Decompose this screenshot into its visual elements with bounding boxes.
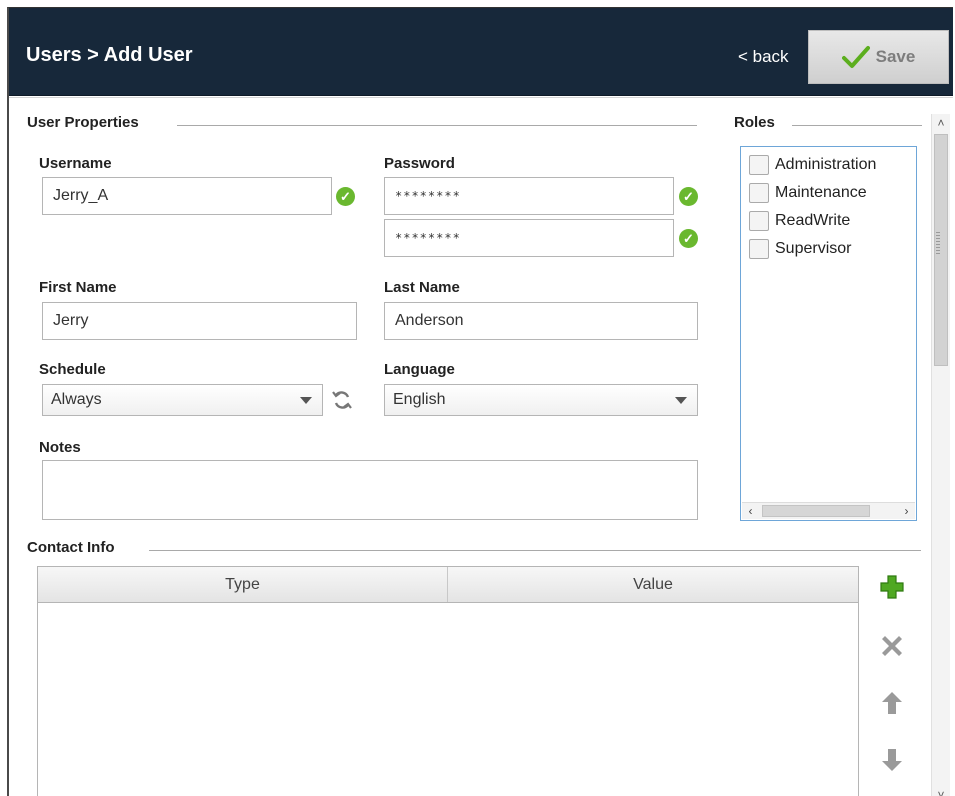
- refresh-icon[interactable]: [331, 389, 353, 411]
- scroll-up-icon[interactable]: ˄: [932, 114, 950, 132]
- role-checkbox[interactable]: [749, 155, 769, 175]
- arrow-up-icon: [882, 692, 902, 714]
- page-title: Users > Add User: [26, 44, 193, 66]
- scroll-right-icon[interactable]: ›: [898, 503, 915, 519]
- move-up-button[interactable]: [877, 688, 907, 718]
- notes-textarea[interactable]: [42, 460, 698, 520]
- delete-contact-button[interactable]: [877, 631, 907, 661]
- role-item-readwrite[interactable]: ReadWrite: [749, 208, 850, 234]
- language-select[interactable]: English: [384, 384, 698, 416]
- roles-horizontal-scrollbar[interactable]: ‹ ›: [742, 502, 915, 519]
- password-confirm-valid-icon: ✓: [679, 229, 698, 248]
- password-valid-icon: ✓: [679, 187, 698, 206]
- arrow-down-icon: [882, 749, 902, 771]
- back-link[interactable]: < back: [738, 47, 789, 67]
- password-confirm-input[interactable]: ********: [384, 219, 674, 257]
- roles-legend: Roles: [734, 114, 775, 131]
- user-properties-divider: [177, 125, 697, 126]
- role-label: Administration: [775, 156, 877, 173]
- first-name-input[interactable]: Jerry: [42, 302, 357, 340]
- chevron-down-icon: [300, 396, 312, 404]
- schedule-value: Always: [51, 391, 102, 408]
- scroll-down-icon[interactable]: ˅: [932, 786, 950, 796]
- plus-icon: [880, 575, 904, 599]
- role-item-supervisor[interactable]: Supervisor: [749, 236, 851, 262]
- role-checkbox[interactable]: [749, 183, 769, 203]
- role-label: Supervisor: [775, 240, 852, 257]
- first-name-label: First Name: [39, 279, 117, 296]
- form-content: User Properties Username Jerry_A ✓ Passw…: [9, 97, 953, 796]
- scroll-left-icon[interactable]: ‹: [742, 503, 759, 519]
- last-name-label: Last Name: [384, 279, 460, 296]
- column-header-value[interactable]: Value: [448, 567, 858, 602]
- role-checkbox[interactable]: [749, 239, 769, 259]
- role-label: Maintenance: [775, 184, 867, 201]
- scrollbar-grip: [936, 232, 940, 254]
- save-button[interactable]: Save: [808, 30, 949, 84]
- language-value: English: [393, 391, 446, 408]
- save-button-label: Save: [875, 47, 916, 66]
- last-name-input[interactable]: Anderson: [384, 302, 698, 340]
- scrollbar-thumb[interactable]: [762, 505, 870, 517]
- user-properties-legend: User Properties: [27, 114, 139, 131]
- roles-list: Administration Maintenance ReadWrite Sup…: [740, 146, 917, 521]
- close-icon: [882, 636, 902, 656]
- roles-divider: [792, 125, 922, 126]
- schedule-select[interactable]: Always: [42, 384, 323, 416]
- role-item-maintenance[interactable]: Maintenance: [749, 180, 867, 206]
- title-bar: Users > Add User < back Save: [9, 8, 953, 96]
- move-down-button[interactable]: [877, 745, 907, 775]
- chevron-down-icon: [675, 396, 687, 404]
- role-checkbox[interactable]: [749, 211, 769, 231]
- role-item-administration[interactable]: Administration: [749, 152, 876, 178]
- contact-info-table: Type Value: [37, 566, 859, 796]
- contact-info-legend: Contact Info: [27, 539, 115, 556]
- checkmark-icon: [841, 46, 870, 68]
- add-user-window: Users > Add User < back Save User Proper…: [7, 7, 953, 796]
- notes-label: Notes: [39, 439, 81, 456]
- language-label: Language: [384, 361, 455, 378]
- contact-info-divider: [149, 550, 921, 551]
- password-label: Password: [384, 155, 455, 172]
- username-valid-icon: ✓: [336, 187, 355, 206]
- column-header-type[interactable]: Type: [38, 567, 448, 602]
- role-label: ReadWrite: [775, 212, 851, 229]
- vertical-scrollbar[interactable]: ˄ ˅: [931, 114, 950, 796]
- username-label: Username: [39, 155, 112, 172]
- table-header: Type Value: [38, 567, 858, 603]
- schedule-label: Schedule: [39, 361, 106, 378]
- add-contact-button[interactable]: [877, 572, 907, 602]
- password-input[interactable]: ********: [384, 177, 674, 215]
- username-input[interactable]: Jerry_A: [42, 177, 332, 215]
